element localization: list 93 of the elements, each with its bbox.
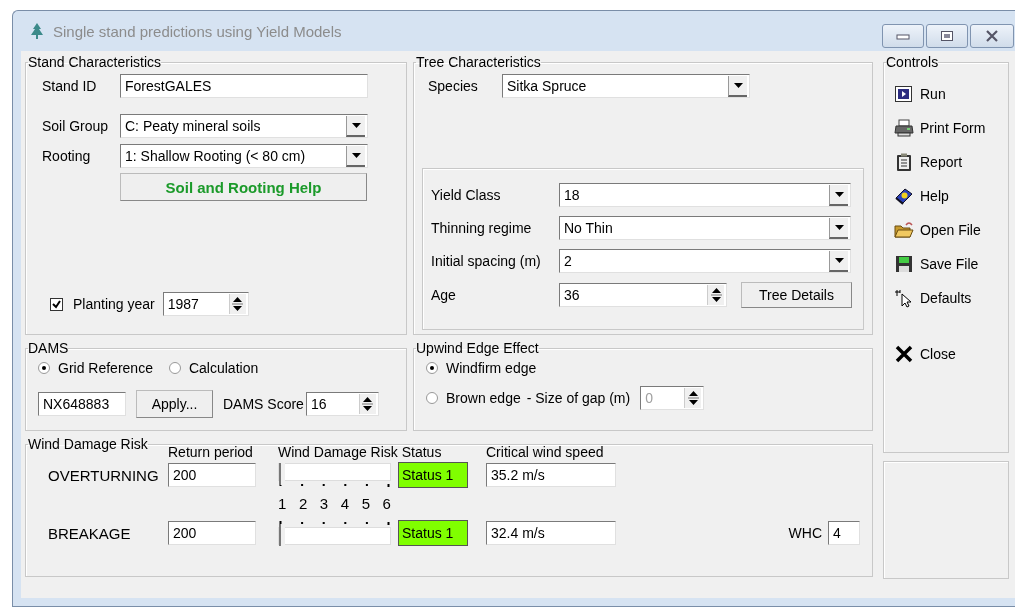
text-field[interactable]: 4 (828, 521, 860, 545)
scale-label: 2 (298, 494, 308, 512)
caret-icon (834, 224, 844, 230)
restore-icon (940, 30, 954, 42)
column-header: Critical wind speed (486, 444, 605, 460)
close-icon (985, 30, 999, 42)
radio-button[interactable] (426, 392, 438, 404)
field-label: DAMS Score (223, 396, 304, 412)
checkmark-icon (52, 299, 61, 309)
tree-details-button[interactable]: Tree Details (741, 282, 852, 308)
scale-label: 5 (361, 494, 371, 512)
toolbar-button[interactable]: Defaults (892, 286, 1000, 310)
field-label: Thinning regime (431, 220, 533, 236)
status-indicator: Status 1 (398, 462, 468, 488)
radio-button[interactable] (168, 362, 181, 374)
field-label: Species (428, 78, 479, 94)
scale-label: 6 (382, 494, 391, 512)
field-label: Yield Class (431, 187, 502, 203)
printer-icon (894, 118, 914, 138)
slider-thumb[interactable] (279, 463, 285, 485)
text-field[interactable]: 200 (168, 521, 256, 545)
column-header: Return period (168, 444, 254, 460)
checkbox[interactable] (50, 297, 63, 311)
dropdown[interactable]: 2 (559, 249, 851, 273)
caret-icon (834, 257, 844, 263)
caret-icon (351, 152, 361, 158)
close-icon (894, 344, 914, 364)
group-title: DAMS (28, 341, 69, 356)
window-title: Single stand predictions using Yield Models (53, 22, 342, 40)
scale-label: 4 (340, 494, 350, 512)
slider-track[interactable] (278, 527, 391, 545)
maximize-button[interactable] (926, 24, 968, 48)
apply-button[interactable]: Apply... (136, 390, 213, 418)
caret-icon (351, 122, 361, 128)
radio-label: Calculation (188, 360, 259, 376)
text-field[interactable]: NX648883 (38, 392, 126, 416)
toolbar-button[interactable]: Save File (892, 252, 1000, 276)
clipboard-icon (894, 152, 914, 172)
group-title: Controls (886, 55, 939, 70)
toolbar-button[interactable]: Close (892, 342, 1000, 366)
dropdown[interactable]: No Thin (559, 216, 851, 240)
dropdown[interactable]: Sitka Spruce (502, 74, 750, 98)
dropdown[interactable]: 18 (559, 183, 851, 207)
radio-button[interactable] (426, 362, 438, 374)
toolbar-button[interactable]: Report (892, 150, 1000, 174)
play-icon (894, 84, 914, 104)
field-label: Initial spacing (m) (431, 253, 542, 269)
spin-box[interactable]: 16 (305, 392, 379, 416)
toolbar-button[interactable]: Print Form (892, 116, 1000, 140)
toolbar-button[interactable]: Help (892, 184, 1000, 208)
group-title: Wind Damage Risk (28, 437, 148, 452)
scale-label: 3 (319, 494, 329, 512)
group-title: Stand Characteristics (28, 55, 162, 70)
spinner-arrows-icon (232, 296, 244, 312)
radio-label: Grid Reference (58, 360, 153, 376)
close-button[interactable] (970, 24, 1014, 48)
column-header: Wind Damage Risk Status (278, 444, 443, 460)
field-label: Age (431, 287, 457, 303)
text-field[interactable]: 35.2 m/s (486, 463, 616, 487)
field-label: - Size of gap (m) (526, 390, 631, 406)
checkbox-label: Planting year (73, 296, 155, 312)
tree-icon (29, 22, 45, 40)
field-label: WHC (788, 525, 822, 541)
toolbar-button[interactable]: Open File (892, 218, 1000, 242)
slider-thumb[interactable] (279, 524, 285, 546)
dropdown[interactable]: C: Peaty mineral soils (120, 114, 368, 138)
caret-icon (834, 191, 844, 197)
group-title: Upwind Edge Effect (416, 341, 539, 356)
spinner-arrows-icon (687, 390, 699, 406)
minimize-icon (896, 32, 910, 40)
field-label: Soil Group (41, 118, 110, 134)
scale-label: 1 (278, 494, 287, 512)
text-field[interactable]: 32.4 m/s (486, 521, 616, 545)
row-label: BREAKAGE (47, 524, 132, 542)
row-label: OVERTURNING (47, 466, 160, 484)
field-label: Rooting (41, 148, 92, 164)
field-label: Stand ID (41, 78, 98, 94)
caret-icon (733, 82, 743, 88)
spin-box[interactable]: 36 (559, 283, 727, 307)
text-field[interactable]: ForestGALES (120, 74, 368, 98)
radio-label: Brown edge (446, 390, 521, 406)
radio-button[interactable] (38, 362, 50, 374)
folder-icon (894, 220, 914, 240)
group-title: Tree Characteristics (416, 55, 541, 70)
spinner-arrows-icon (710, 287, 722, 303)
radio-label: Windfirm edge (446, 360, 537, 376)
cursor-icon (894, 288, 914, 308)
status-indicator: Status 1 (398, 520, 468, 546)
spin-box[interactable]: 1987 (162, 292, 249, 316)
spinner-arrows-icon (362, 396, 374, 412)
text-field[interactable]: 200 (168, 463, 256, 487)
toolbar-button[interactable]: Run (892, 82, 1000, 106)
dropdown[interactable]: 1: Shallow Rooting (< 80 cm) (120, 144, 368, 168)
